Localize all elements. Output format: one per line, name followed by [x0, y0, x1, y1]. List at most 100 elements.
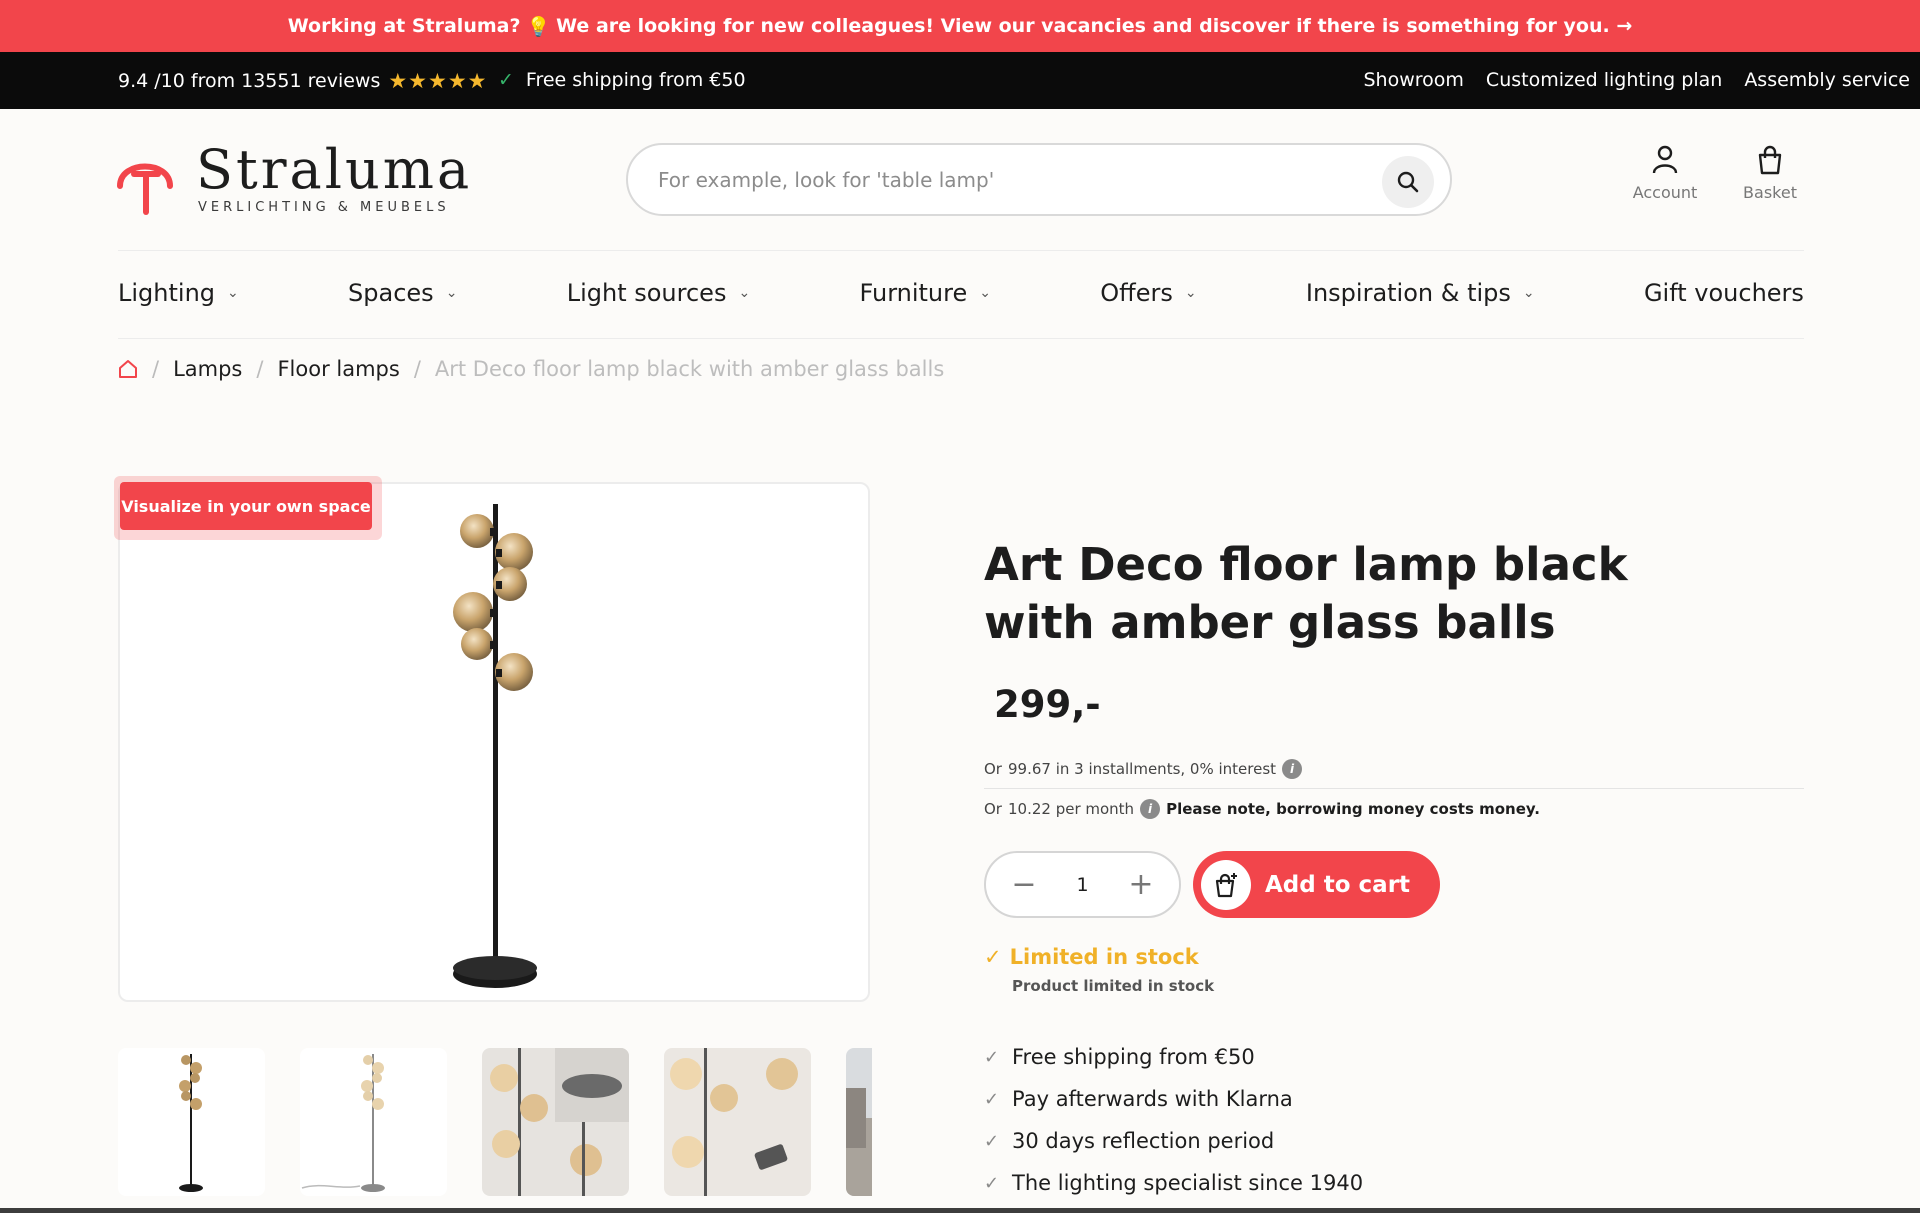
monthly-or: Or [984, 800, 1002, 818]
promo-banner[interactable]: Working at Straluma? 💡 We are looking fo… [0, 0, 1920, 52]
account-button[interactable]: Account [1620, 145, 1710, 202]
info-bar: 9.4 /10 from 13551 reviews ★★★★★ ✓ Free … [0, 52, 1920, 109]
link-lighting-plan[interactable]: Customized lighting plan [1486, 69, 1722, 91]
site-logo[interactable]: Straluma VERLICHTING & MEUBELS [116, 138, 469, 226]
promo-text-end: We are looking for new colleagues! View … [556, 15, 1633, 37]
lamp-logo-icon [117, 163, 173, 215]
floor-lamp-thumbnail [179, 1054, 203, 1192]
breadcrumb-separator: / [256, 357, 264, 381]
thumbnail-1[interactable] [118, 1048, 265, 1196]
increase-quantity-button[interactable]: + [1127, 867, 1155, 902]
review-rating[interactable]: 9.4 /10 from 13551 reviews ★★★★★ [118, 69, 488, 93]
room-thumbnail [846, 1048, 872, 1196]
promo-text-start: Working at Straluma? [287, 15, 521, 37]
cart-icon-wrapper [1201, 859, 1251, 910]
nav-gift-vouchers[interactable]: Gift vouchers [1644, 279, 1804, 307]
installments-info: Or 99.67 in 3 installments, 0% interest … [984, 759, 1303, 779]
add-to-cart-button[interactable]: Add to cart [1193, 851, 1440, 918]
add-to-bag-icon [1215, 872, 1237, 897]
info-icon[interactable]: i [1140, 799, 1161, 819]
thumbnail-2[interactable] [300, 1048, 447, 1196]
chevron-down-icon: ⌄ [445, 285, 458, 301]
home-icon[interactable] [118, 359, 138, 379]
list-item: ✓ Pay afterwards with Klarna [984, 1078, 1363, 1120]
service-links: Showroom Customized lighting plan Assemb… [1364, 69, 1911, 91]
window-bottom-edge [0, 1208, 1920, 1213]
breadcrumb-lamps[interactable]: Lamps [173, 357, 242, 381]
basket-label: Basket [1743, 183, 1797, 202]
lightbulb-icon: 💡 [526, 15, 551, 38]
link-showroom[interactable]: Showroom [1364, 69, 1464, 91]
breadcrumb-separator: / [413, 357, 421, 381]
check-icon: ✓ [984, 945, 1002, 969]
product-title: Art Deco floor lamp black with amber gla… [984, 538, 1628, 649]
breadcrumb: / Lamps / Floor lamps / Art Deco floor l… [118, 357, 944, 381]
shipping-text: Free shipping from €50 [525, 69, 746, 91]
monthly-text: 10.22 per month [1007, 800, 1135, 818]
stock-detail: Product limited in stock [1012, 977, 1215, 995]
nav-label: Light sources [566, 279, 727, 307]
logo-wordmark: Straluma [196, 138, 473, 201]
installments-or: Or [984, 760, 1002, 778]
logo-tagline: VERLICHTING & MEUBELS [198, 200, 450, 215]
main-nav: Lighting ⌄ Spaces ⌄ Light sources ⌄ Furnitu… [118, 279, 1804, 307]
nav-inspiration[interactable]: Inspiration & tips ⌄ [1306, 279, 1535, 307]
search-input[interactable] [658, 164, 1298, 196]
quantity-value[interactable]: 1 [1076, 874, 1088, 896]
lamp-detail-thumbnail [482, 1048, 629, 1196]
nav-label: Lighting [118, 279, 216, 307]
quantity-stepper: − 1 + [984, 851, 1181, 918]
breadcrumb-floor-lamps[interactable]: Floor lamps [277, 357, 399, 381]
check-icon: ✓ [498, 69, 514, 91]
list-item: ✓ The lighting specialist since 1940 [984, 1162, 1363, 1204]
chevron-down-icon: ⌄ [1522, 285, 1535, 301]
thumbnail-3[interactable] [482, 1048, 629, 1196]
usp-text: Pay afterwards with Klarna [1012, 1087, 1293, 1111]
chevron-down-icon: ⌄ [227, 285, 239, 301]
usp-text: Free shipping from €50 [1012, 1045, 1255, 1069]
nav-label: Inspiration & tips [1305, 279, 1511, 307]
info-icon[interactable]: i [1282, 759, 1303, 779]
search-bar [626, 143, 1452, 216]
breadcrumb-current: Art Deco floor lamp black with amber gla… [434, 357, 945, 381]
search-button[interactable] [1382, 156, 1434, 208]
monthly-payment-info: Or 10.22 per month i Please note, borrow… [984, 799, 1540, 819]
check-icon: ✓ [984, 1172, 1000, 1194]
nav-lighting[interactable]: Lighting ⌄ [118, 279, 239, 307]
star-rating-icon: ★★★★★ [388, 69, 488, 93]
usp-text: 30 days reflection period [1012, 1129, 1275, 1153]
nav-divider-bottom [118, 338, 1804, 339]
nav-offers[interactable]: Offers ⌄ [1100, 279, 1196, 307]
stock-status-text: Limited in stock [1009, 945, 1199, 969]
thumbnail-5[interactable] [846, 1048, 872, 1196]
nav-divider-top [118, 250, 1804, 251]
floor-lamp-image [453, 504, 537, 988]
usp-list: ✓ Free shipping from €50 ✓ Pay afterwards … [984, 1036, 1363, 1204]
chevron-down-icon: ⌄ [738, 285, 751, 301]
floor-lamp-thumbnail [301, 1054, 385, 1192]
borrowing-warning: Please note, borrowing money costs money… [1166, 800, 1540, 818]
search-icon [1397, 171, 1419, 193]
nav-light-sources[interactable]: Light sources ⌄ [567, 279, 750, 307]
decrease-quantity-button[interactable]: − [1010, 867, 1038, 902]
nav-furniture[interactable]: Furniture ⌄ [859, 279, 991, 307]
link-assembly-service[interactable]: Assembly service [1744, 69, 1910, 91]
visualize-button[interactable]: Visualize in your own space [120, 482, 372, 530]
thumbnail-4[interactable] [664, 1048, 811, 1196]
check-icon: ✓ [984, 1088, 1000, 1110]
lamp-detail-thumbnail [664, 1048, 811, 1196]
list-item: ✓ 30 days reflection period [984, 1120, 1363, 1162]
check-icon: ✓ [984, 1046, 1000, 1068]
chevron-down-icon: ⌄ [1184, 285, 1197, 301]
visualize-badge[interactable]: Visualize in your own space [114, 476, 382, 540]
rating-text: 9.4 /10 from 13551 reviews [118, 70, 381, 92]
stock-status: ✓ Limited in stock [984, 945, 1199, 969]
add-to-cart-label: Add to cart [1265, 871, 1411, 898]
usp-text: The lighting specialist since 1940 [1012, 1171, 1364, 1195]
product-price: 299,- [994, 683, 1101, 726]
product-main-image[interactable] [118, 482, 870, 1002]
nav-spaces[interactable]: Spaces ⌄ [348, 279, 457, 307]
basket-button[interactable]: Basket [1725, 145, 1815, 202]
check-icon: ✓ [984, 1130, 1000, 1152]
list-item: ✓ Free shipping from €50 [984, 1036, 1363, 1078]
